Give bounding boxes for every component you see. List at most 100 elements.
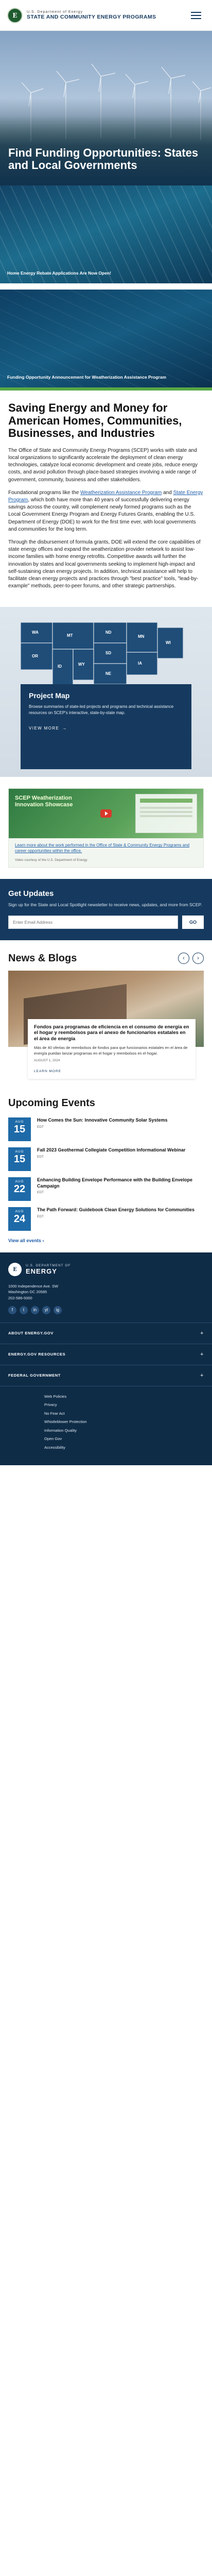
video-credit: Video courtesy of the U.S. Department of… — [15, 858, 87, 862]
learn-more-link[interactable]: LEARN MORE — [34, 1070, 61, 1073]
map-state-label: NE — [105, 671, 112, 676]
map-state-label: WY — [78, 662, 85, 667]
footer-link[interactable]: Privacy — [44, 1403, 204, 1407]
news-card-title: Fondos para programas de eficiencia en e… — [34, 1024, 189, 1042]
event-title[interactable]: How Comes the Sun: Innovative Community … — [37, 1117, 168, 1124]
footer-links: Web Policies Privacy No Fear Act Whistle… — [0, 1386, 212, 1466]
email-field[interactable] — [8, 915, 178, 929]
linkedin-icon[interactable]: in — [31, 1306, 39, 1314]
hero-title: Find Funding Opportunities: States and L… — [8, 146, 199, 172]
view-all-events-link[interactable]: View all events › — [8, 1237, 204, 1248]
event-date-tile: AUG 15 — [8, 1117, 31, 1142]
intro-article: Saving Energy and Money for American Hom… — [0, 391, 212, 602]
programs-paragraph: Foundational programs like the Weatheriz… — [8, 489, 203, 532]
doe-seal-icon: E — [8, 1263, 22, 1277]
video-thumbnail-title: SCEP Weatherization Innovation Showcase — [15, 795, 73, 808]
plus-icon: + — [200, 1351, 204, 1358]
accordion-about[interactable]: ABOUT ENERGY.GOV + — [0, 1323, 212, 1344]
plus-icon: + — [200, 1330, 204, 1336]
event-item[interactable]: AUG 15 How Comes the Sun: Innovative Com… — [8, 1117, 204, 1142]
event-timezone: EDT — [37, 1214, 44, 1218]
play-icon[interactable] — [100, 809, 112, 818]
video-card: SCEP Weatherization Innovation Showcase … — [8, 788, 204, 868]
project-map-title: Project Map — [29, 691, 70, 700]
event-date-tile: AUG 24 — [8, 1207, 31, 1231]
arrow-right-icon: → — [62, 726, 67, 731]
weatherization-banner[interactable]: Funding Opportunity Announcement for Wea… — [0, 290, 212, 387]
youtube-icon[interactable]: yt — [42, 1306, 50, 1314]
event-item[interactable]: AUG 15 Fall 2023 Geothermal Collegiate C… — [8, 1147, 204, 1172]
updates-heading: Get Updates — [8, 889, 54, 898]
event-date-tile: AUG 22 — [8, 1177, 31, 1201]
rebates-banner-text: Home Energy Rebate Applications Are Now … — [7, 270, 111, 276]
footer-link[interactable]: Open Gov — [44, 1437, 204, 1441]
map-state-label: MN — [138, 634, 145, 639]
weatherization-link[interactable]: Weatherization Assistance Program — [80, 490, 162, 496]
plus-icon: + — [200, 1372, 204, 1379]
footer-accordion: ABOUT ENERGY.GOV + ENERGY.GOV RESOURCES + … — [0, 1322, 212, 1386]
chevron-right-icon[interactable]: › — [192, 953, 204, 964]
updates-text: Sign up for the State and Local Spotligh… — [8, 902, 202, 907]
map-state-label: MT — [67, 633, 73, 638]
event-title[interactable]: The Path Forward: Guidebook Clean Energy… — [37, 1207, 195, 1213]
hero-banner: Find Funding Opportunities: States and L… — [0, 31, 212, 185]
news-card[interactable]: Fondos para programas de eficiencia en e… — [28, 1019, 196, 1079]
footer-address: 1000 Independence Ave. SW Washington DC … — [8, 1284, 59, 1300]
intro-heading: Saving Energy and Money for American Hom… — [8, 401, 182, 440]
news-card-date: AUGUST 1, 2024 — [34, 1059, 60, 1063]
project-map-panel: Project Map Browse summaries of state-le… — [21, 684, 191, 770]
footer-link[interactable]: Web Policies — [44, 1395, 204, 1399]
footer-link[interactable]: Whistleblower Protection — [44, 1420, 204, 1424]
view-more-link[interactable]: VIEW MORE → — [29, 726, 67, 731]
project-map-description: Browse summaries of state-led projects a… — [29, 704, 174, 715]
event-timezone: EDT — [37, 1125, 44, 1129]
logo-org-title: STATE AND COMMUNITY ENERGY PROGRAMS — [27, 13, 156, 20]
newsletter-signup: Get Updates Sign up for the State and Lo… — [0, 878, 212, 940]
hamburger-icon — [191, 11, 201, 13]
event-timezone: EDT — [37, 1191, 44, 1195]
map-state-label: OR — [32, 654, 38, 658]
map-state-label: WI — [166, 640, 171, 645]
event-title[interactable]: Enhancing Building Envelope Performance … — [37, 1177, 204, 1189]
weatherization-banner-text: Funding Opportunity Announcement for Wea… — [7, 374, 167, 380]
menu-button[interactable] — [187, 7, 205, 24]
go-button[interactable]: GO — [182, 915, 204, 929]
footer-logo[interactable]: E U.S. DEPARTMENT OF ENERGY — [8, 1263, 204, 1277]
video-caption-link[interactable]: Learn more about the work performed in t… — [9, 838, 203, 858]
event-item[interactable]: AUG 24 The Path Forward: Guidebook Clean… — [8, 1207, 204, 1231]
footer-link[interactable]: No Fear Act — [44, 1412, 204, 1416]
site-logo[interactable]: U.S. Department of Energy STATE AND COMM… — [27, 10, 156, 20]
events-heading: Upcoming Events — [8, 1097, 95, 1109]
event-date-tile: AUG 15 — [8, 1147, 31, 1172]
video-thumbnail[interactable]: SCEP Weatherization Innovation Showcase — [9, 789, 203, 839]
news-heading: News & Blogs — [8, 952, 77, 964]
event-title[interactable]: Fall 2023 Geothermal Collegiate Competit… — [37, 1147, 185, 1154]
map-state-label: WA — [32, 630, 39, 635]
map-state-label: IA — [138, 661, 142, 666]
news-card-text: Más de 40 ofertas de reembolsos de fondo… — [34, 1045, 188, 1056]
footer-link[interactable]: Information Quality — [44, 1429, 204, 1433]
map-state-label: SD — [105, 651, 111, 655]
event-item[interactable]: AUG 22 Enhancing Building Envelope Perfo… — [8, 1177, 204, 1201]
doe-seal-icon[interactable]: E — [7, 7, 23, 23]
footer-link[interactable]: Accessibility — [44, 1446, 204, 1450]
accordion-federal[interactable]: FEDERAL GOVERNMENT + — [0, 1365, 212, 1386]
site-header: E U.S. Department of Energy STATE AND CO… — [0, 0, 212, 31]
event-timezone: EDT — [37, 1155, 44, 1159]
site-footer: E U.S. DEPARTMENT OF ENERGY 1000 Indepen… — [0, 1252, 212, 1466]
signup-form: GO — [8, 915, 204, 929]
project-map-section: WA MT ND MN OR ID SD WI WY NE IA Project… — [0, 607, 212, 777]
intro-paragraph: The Office of State and Community Energy… — [8, 447, 198, 483]
grants-paragraph: Through the disbursement of formula gran… — [8, 539, 201, 589]
news-section: News & Blogs ‹ › Fondos para programas d… — [0, 940, 212, 1084]
map-state-label: ID — [58, 664, 62, 669]
map-state-label: ND — [105, 630, 112, 635]
events-section: Upcoming Events AUG 15 How Comes the Sun… — [0, 1084, 212, 1252]
accordion-resources[interactable]: ENERGY.GOV RESOURCES + — [0, 1344, 212, 1365]
twitter-icon[interactable]: t — [20, 1306, 28, 1314]
facebook-icon[interactable]: f — [8, 1306, 16, 1314]
rebates-banner[interactable]: Home Energy Rebate Applications Are Now … — [0, 185, 212, 283]
social-links: f t in yt ig — [8, 1306, 204, 1314]
chevron-left-icon[interactable]: ‹ — [178, 953, 189, 964]
instagram-icon[interactable]: ig — [54, 1306, 62, 1314]
